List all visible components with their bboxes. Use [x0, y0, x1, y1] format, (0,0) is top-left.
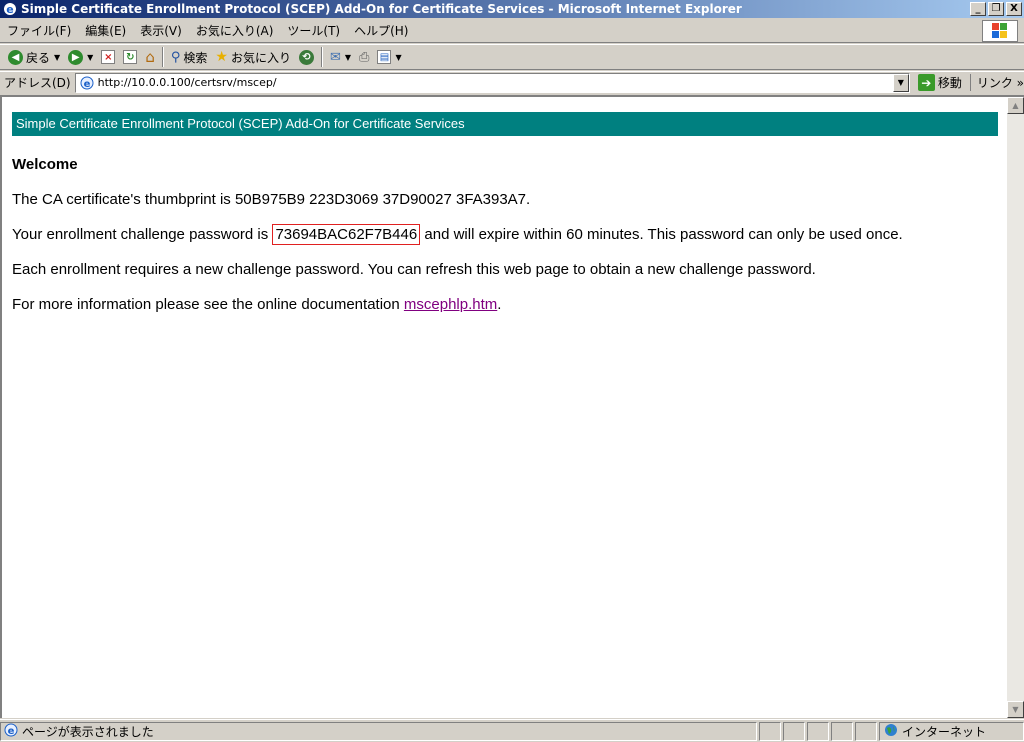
password-line: Your enrollment challenge password is 73…: [12, 224, 998, 245]
thumbprint-text: The CA certificate's thumbprint is 50B97…: [12, 191, 531, 208]
status-pane: [831, 721, 853, 741]
docs-link[interactable]: mscephlp.htm: [404, 296, 497, 313]
docs-line: For more information please see the onli…: [12, 296, 998, 313]
edit-button[interactable]: ▤ ▼: [373, 46, 405, 68]
back-dropdown-icon[interactable]: ▼: [54, 53, 60, 62]
svg-text:e: e: [83, 79, 90, 90]
menu-tools[interactable]: ツール(T): [280, 22, 347, 39]
menu-file[interactable]: ファイル(F): [0, 22, 78, 39]
challenge-password: 73694BAC62F7B446: [272, 224, 421, 245]
search-icon: ⚲: [170, 49, 181, 65]
go-button[interactable]: ➔ 移動: [917, 74, 962, 91]
search-label: 検索: [183, 50, 208, 65]
ie-icon: e: [2, 1, 18, 17]
forward-button[interactable]: ▶ ▼: [64, 46, 97, 68]
favorites-button[interactable]: ★ お気に入り: [211, 46, 295, 68]
favorites-label: お気に入り: [230, 50, 291, 65]
print-icon: ⎙: [359, 49, 370, 65]
status-pane: [783, 721, 805, 741]
mail-dropdown-icon[interactable]: ▼: [345, 53, 351, 62]
password-suffix: and will expire within 60 minutes. This …: [420, 226, 903, 243]
svg-text:e: e: [8, 726, 15, 737]
mail-button[interactable]: ✉ ▼: [326, 46, 355, 68]
address-label: アドレス(D): [4, 76, 71, 90]
edit-dropdown-icon[interactable]: ▼: [395, 53, 401, 62]
security-zone[interactable]: インターネット: [879, 721, 1024, 741]
back-button[interactable]: ◀ 戻る ▼: [4, 46, 64, 68]
standard-toolbar: ◀ 戻る ▼ ▶ ▼ × ↻ ⌂ ⚲ 検索 ★ お気に入り ⟲ ✉ ▼ ⎙ ▤ …: [0, 44, 1024, 70]
address-dropdown-icon[interactable]: ▼: [892, 73, 909, 92]
docs-prefix: For more information please see the onli…: [12, 296, 404, 313]
status-pane: [807, 721, 829, 741]
back-arrow-icon: ◀: [8, 49, 23, 65]
welcome-heading: Welcome: [12, 156, 78, 173]
page-content: Simple Certificate Enrollment Protocol (…: [12, 112, 998, 313]
window-title: Simple Certificate Enrollment Protocol (…: [21, 2, 742, 16]
status-main-pane: e ページが表示されました: [0, 721, 757, 741]
forward-dropdown-icon[interactable]: ▼: [87, 53, 93, 62]
restore-button[interactable]: ❐: [988, 2, 1004, 16]
menu-edit[interactable]: 編集(E): [78, 22, 133, 39]
stop-icon: ×: [101, 50, 116, 64]
menu-bar: ファイル(F) 編集(E) 表示(V) お気に入り(A) ツール(T) ヘルプ(…: [0, 19, 1024, 43]
address-bar: アドレス(D) e ▼ ➔ 移動 リンク »: [0, 71, 1024, 93]
forward-arrow-icon: ▶: [68, 49, 84, 65]
go-label: 移動: [937, 76, 962, 90]
refresh-icon: ↻: [123, 50, 138, 64]
toolbar-separator: [320, 47, 323, 67]
close-button[interactable]: X: [1006, 2, 1022, 16]
status-bar: e ページが表示されました インターネット: [0, 719, 1024, 742]
menu-view[interactable]: 表示(V): [133, 22, 189, 39]
status-pane: [855, 721, 877, 741]
history-icon: ⟲: [298, 49, 314, 65]
refresh-button[interactable]: ↻: [119, 46, 141, 68]
page-viewport: Simple Certificate Enrollment Protocol (…: [0, 95, 1024, 718]
history-button[interactable]: ⟲: [295, 46, 318, 68]
scroll-down-icon[interactable]: ▼: [1007, 701, 1024, 718]
star-icon: ★: [215, 49, 228, 65]
zone-label: インターネット: [902, 724, 987, 739]
menu-help[interactable]: ヘルプ(H): [347, 22, 415, 39]
address-input[interactable]: [97, 76, 893, 89]
globe-icon: [884, 723, 898, 740]
password-prefix: Your enrollment challenge password is: [12, 226, 273, 243]
page-icon: e: [79, 75, 95, 91]
print-button[interactable]: ⎙: [355, 46, 373, 68]
page-banner: Simple Certificate Enrollment Protocol (…: [12, 112, 998, 136]
refresh-text: Each enrollment requires a new challenge…: [12, 261, 816, 278]
page-done-icon: e: [4, 723, 18, 740]
go-arrow-icon: ➔: [917, 74, 935, 91]
toolbar-separator: [161, 47, 164, 67]
mail-icon: ✉: [329, 49, 341, 65]
svg-text:e: e: [6, 3, 13, 16]
windows-logo-icon: [982, 19, 1018, 42]
stop-button[interactable]: ×: [97, 46, 119, 68]
edit-page-icon: ▤: [377, 50, 392, 64]
search-button[interactable]: ⚲ 検索: [167, 46, 212, 68]
minimize-button[interactable]: _: [970, 2, 986, 16]
address-field-container: e ▼: [74, 72, 910, 93]
home-icon: ⌂: [145, 48, 155, 66]
links-button[interactable]: リンク »: [969, 74, 1024, 91]
docs-suffix: .: [497, 296, 502, 313]
scroll-up-icon[interactable]: ▲: [1007, 97, 1024, 114]
menu-favorites[interactable]: お気に入り(A): [189, 22, 281, 39]
status-pane: [759, 721, 781, 741]
status-text: ページが表示されました: [22, 724, 154, 739]
back-label: 戻る: [26, 50, 51, 65]
home-button[interactable]: ⌂: [141, 46, 159, 68]
vertical-scrollbar[interactable]: ▲ ▼: [1007, 97, 1024, 718]
title-bar: e Simple Certificate Enrollment Protocol…: [0, 0, 1024, 18]
